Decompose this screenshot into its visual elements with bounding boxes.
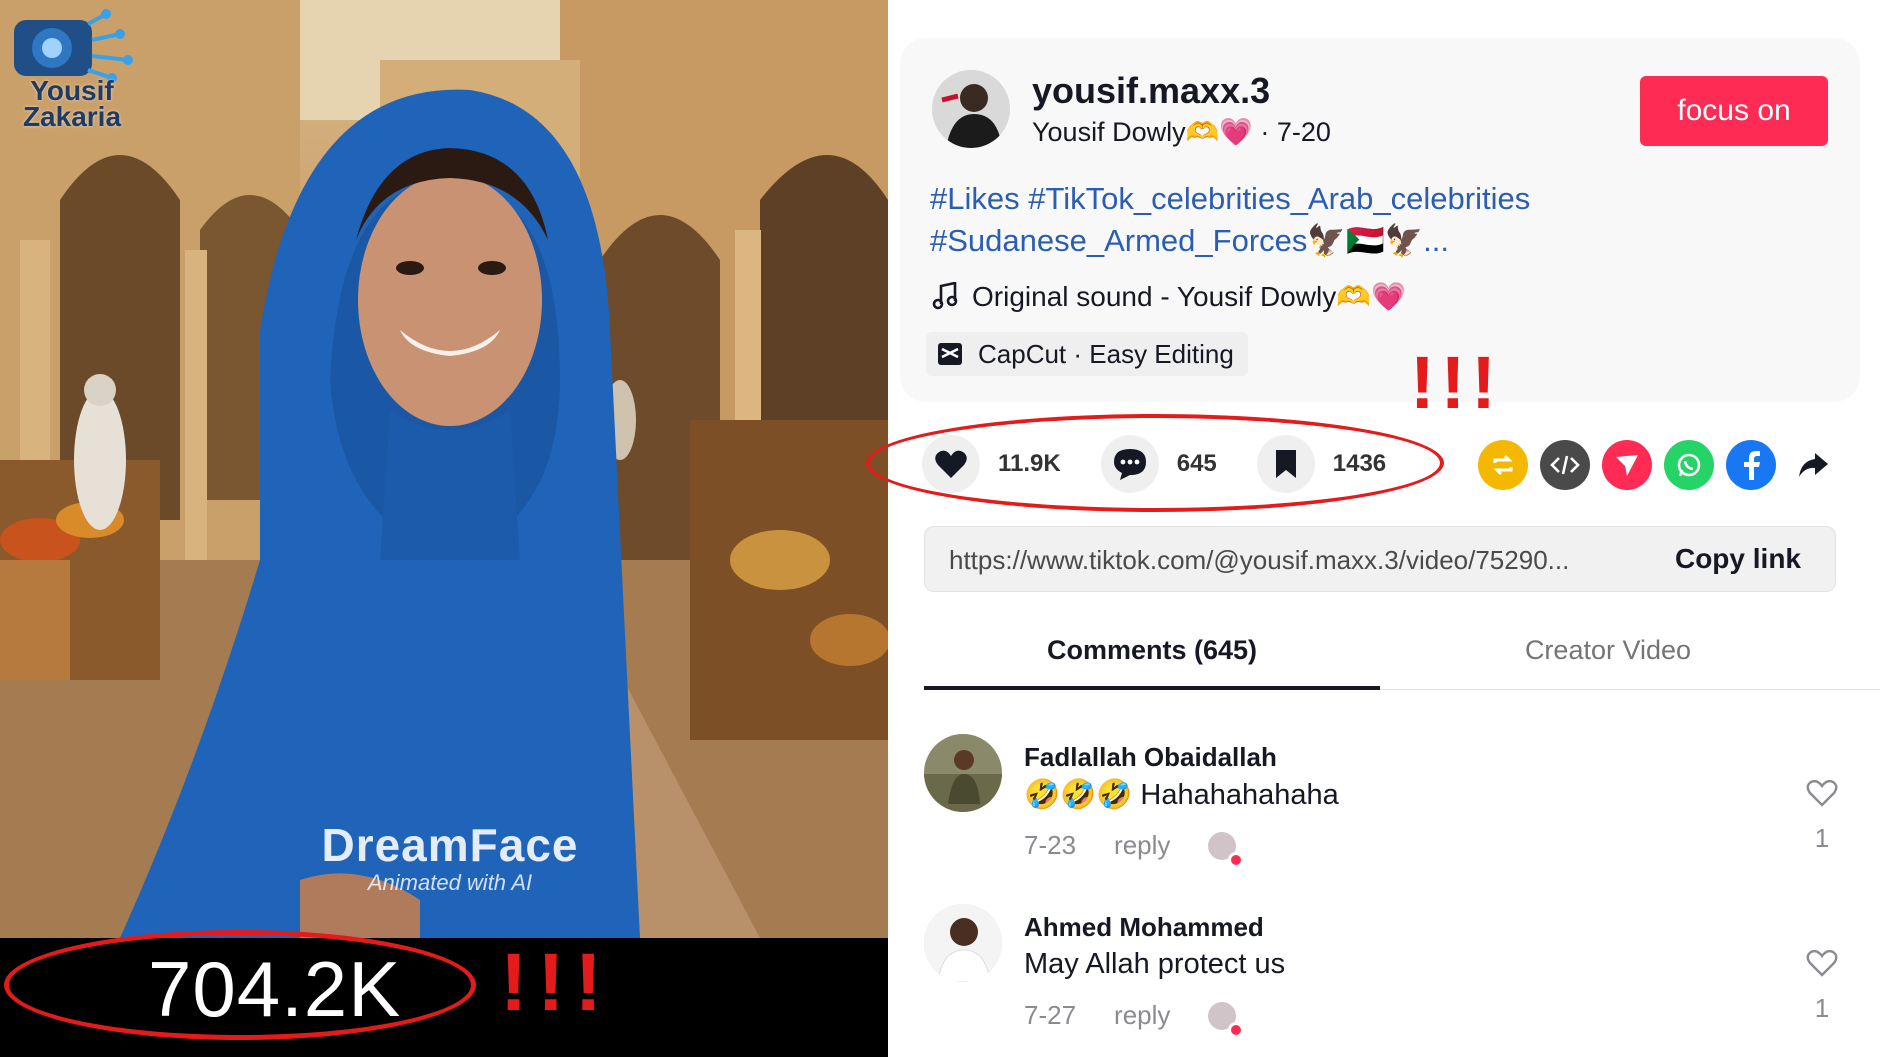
comment-like[interactable]: 1 bbox=[1802, 778, 1842, 854]
link-box: https://www.tiktok.com/@yousif.maxx.3/vi… bbox=[924, 526, 1836, 592]
commenter-avatar-image bbox=[924, 734, 1002, 812]
hashtag-tiktok-celebrities[interactable]: #TikTok_celebrities_Arab_celebrities bbox=[1028, 181, 1530, 216]
watermark-text: Yousif Zakaria bbox=[22, 75, 122, 132]
creator-subline: Yousif Dowly🫶💗 · 7-20 bbox=[1032, 116, 1331, 148]
creator-display-name[interactable]: Yousif Dowly🫶💗 bbox=[1032, 117, 1253, 147]
tab-creator-video[interactable]: Creator Video bbox=[1380, 628, 1836, 690]
capcut-chip[interactable]: CapCut · Easy Editing bbox=[926, 332, 1248, 376]
comment-date: 7-27 bbox=[1024, 1000, 1077, 1030]
heart-outline-icon[interactable] bbox=[1805, 778, 1839, 808]
comment-text: May Allah protect us bbox=[1024, 948, 1286, 980]
comment-like-count: 1 bbox=[1814, 993, 1830, 1023]
video-frame[interactable]: Yousif Zakaria DreamFace Animated with A… bbox=[0, 0, 888, 938]
video-url[interactable]: https://www.tiktok.com/@yousif.maxx.3/vi… bbox=[949, 545, 1649, 576]
camera-logo-icon bbox=[14, 9, 133, 83]
commenter-avatar[interactable] bbox=[924, 734, 1002, 812]
comment-like-count: 1 bbox=[1814, 823, 1830, 853]
commenter-avatar-image bbox=[924, 904, 1002, 982]
commenter-name[interactable]: Fadlallah Obaidallah bbox=[1024, 742, 1277, 773]
capcut-icon bbox=[938, 343, 962, 365]
annotation-circle-views bbox=[4, 930, 476, 1040]
music-note-icon bbox=[932, 282, 958, 310]
creator-heart-badge-icon bbox=[1228, 851, 1245, 868]
creator-heart-badge-icon bbox=[1228, 1021, 1245, 1038]
facebook-icon[interactable] bbox=[1726, 440, 1776, 490]
comment-meta: 7-23 reply bbox=[1024, 830, 1245, 868]
commenter-name[interactable]: Ahmed Mohammed bbox=[1024, 912, 1264, 943]
watermark-logo: Yousif Zakaria bbox=[8, 4, 140, 132]
comment-text: 🤣🤣🤣 Hahahahahaha bbox=[1024, 779, 1339, 811]
repost-icon[interactable] bbox=[1478, 440, 1528, 490]
share-arrow-icon[interactable] bbox=[1788, 440, 1838, 490]
send-icon[interactable] bbox=[1602, 440, 1652, 490]
post-caption: #Likes #TikTok_celebrities_Arab_celebrit… bbox=[930, 178, 1630, 262]
reply-button[interactable]: reply bbox=[1114, 1000, 1170, 1031]
video-panel[interactable]: Yousif Zakaria DreamFace Animated with A… bbox=[0, 0, 888, 1057]
reply-button[interactable]: reply bbox=[1114, 830, 1170, 861]
sound-label: Original sound - Yousif Dowly🫶💗 bbox=[972, 280, 1406, 312]
avatar-image bbox=[932, 70, 1010, 148]
share-row bbox=[1478, 440, 1838, 490]
market-scene-image bbox=[0, 0, 888, 938]
annotation-exclamation-left: !!! bbox=[500, 937, 612, 1028]
comment-meta: 7-27 reply bbox=[1024, 1000, 1245, 1038]
comment-item: Fadlallah Obaidallah 🤣🤣🤣 Hahahahahaha 7-… bbox=[924, 734, 1864, 884]
comment-like[interactable]: 1 bbox=[1802, 948, 1842, 1024]
embed-icon[interactable] bbox=[1540, 440, 1590, 490]
creator-liked-avatar bbox=[1208, 831, 1245, 868]
hashtag-sudanese-armed-forces[interactable]: #Sudanese_Armed_Forces🦅🇸🇩🦅... bbox=[930, 223, 1449, 258]
tab-bar: Comments (645) Creator Video bbox=[924, 628, 1880, 690]
creator-username[interactable]: yousif.maxx.3 bbox=[1032, 70, 1270, 112]
annotation-circle-stats bbox=[866, 414, 1444, 512]
dreamface-sub: Animated with AI bbox=[367, 870, 533, 895]
heart-outline-icon[interactable] bbox=[1805, 948, 1839, 978]
follow-button[interactable]: focus on bbox=[1640, 76, 1828, 146]
commenter-avatar[interactable] bbox=[924, 904, 1002, 982]
dreamface-watermark: DreamFace Animated with AI bbox=[290, 818, 610, 896]
capcut-label: CapCut · Easy Editing bbox=[978, 338, 1234, 369]
sound-row[interactable]: Original sound - Yousif Dowly🫶💗 bbox=[932, 278, 1406, 314]
hashtag-likes[interactable]: #Likes bbox=[930, 181, 1020, 216]
copy-link-button[interactable]: Copy link bbox=[1675, 543, 1801, 575]
annotation-exclamation-right: !!! bbox=[1410, 341, 1502, 424]
creator-avatar[interactable] bbox=[932, 70, 1010, 148]
comment-item: Ahmed Mohammed May Allah protect us 7-27… bbox=[924, 904, 1864, 1054]
comment-date: 7-23 bbox=[1024, 830, 1077, 860]
creator-liked-avatar bbox=[1208, 1001, 1245, 1038]
whatsapp-icon[interactable] bbox=[1664, 440, 1714, 490]
tab-comments[interactable]: Comments (645) bbox=[924, 628, 1380, 690]
post-date: · 7-20 bbox=[1260, 117, 1331, 147]
dreamface-brand: DreamFace bbox=[321, 819, 579, 871]
